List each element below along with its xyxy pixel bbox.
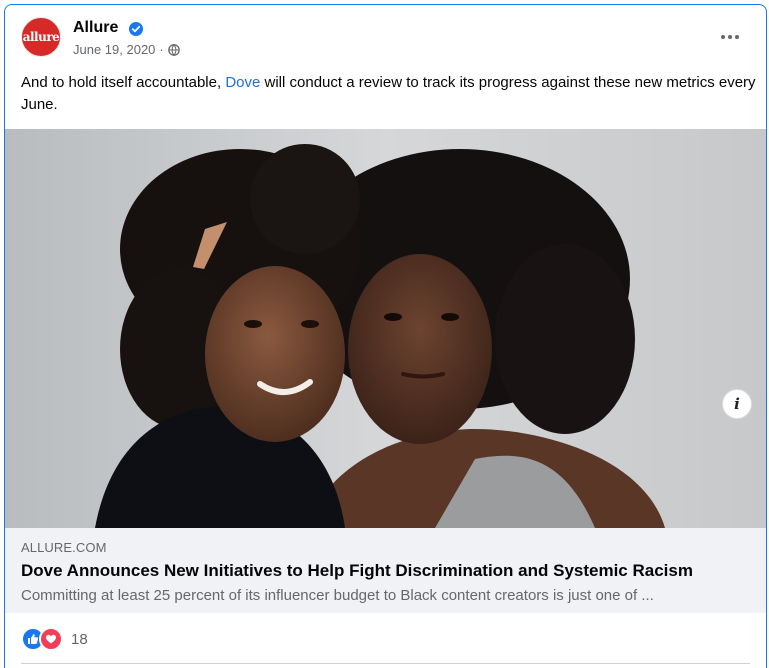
link-headline[interactable]: Dove Announces New Initiatives to Help F…	[21, 561, 693, 581]
post-meta: June 19, 2020 ·	[73, 42, 180, 57]
love-reaction-icon	[39, 627, 63, 651]
verified-badge-icon	[129, 22, 143, 36]
info-icon[interactable]: i	[722, 389, 752, 419]
globe-icon	[167, 43, 180, 56]
post-card: allure Allure June 19, 2020 · And to hol…	[4, 4, 767, 668]
reaction-count: 18	[71, 630, 88, 648]
link-preview-meta[interactable]: ALLURE.COM Dove Announces New Initiative…	[5, 528, 766, 613]
link-description: Committing at least 25 percent of its in…	[21, 587, 654, 604]
caption-text-before: And to hold itself accountable,	[21, 74, 226, 91]
post-photo[interactable]	[5, 129, 767, 528]
page-avatar[interactable]: allure	[21, 17, 61, 57]
more-options-icon[interactable]	[718, 29, 742, 45]
reactions-summary[interactable]: 18	[21, 627, 88, 651]
post-caption: And to hold itself accountable, Dove wil…	[21, 72, 756, 116]
post-date[interactable]: June 19, 2020	[73, 42, 155, 57]
avatar-logo-text: allure	[22, 30, 60, 44]
caption-link-dove[interactable]: Dove	[225, 74, 260, 91]
page-name[interactable]: Allure	[73, 19, 118, 37]
post-header: allure Allure June 19, 2020 ·	[21, 17, 750, 65]
actions-divider	[21, 663, 750, 664]
meta-separator: ·	[159, 42, 164, 57]
link-domain: ALLURE.COM	[21, 540, 107, 555]
